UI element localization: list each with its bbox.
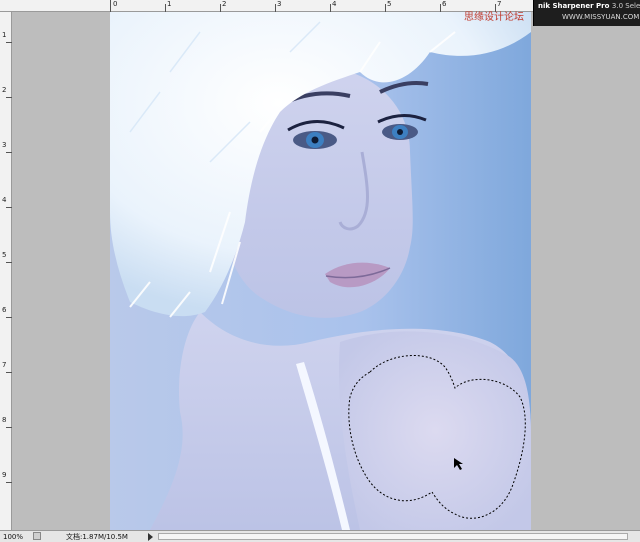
plugin-title: nik Sharpener Pro 3.0 Selective: [538, 2, 640, 10]
ruler-label: 7: [2, 361, 7, 369]
ruler-tick: [6, 372, 12, 373]
plugin-version: 3.0 Selective: [611, 2, 640, 10]
horizontal-scrollbar[interactable]: [158, 533, 628, 540]
document-info: 文档:1.87M/10.5M: [66, 533, 128, 541]
vertical-ruler[interactable]: 1 2 3 4 5 6 7 8 9: [0, 12, 12, 530]
ruler-tick: [220, 4, 221, 12]
ruler-label: 0: [113, 0, 118, 8]
watermark-url: WWW.MISSYUAN.COM: [562, 13, 640, 21]
ruler-label: 3: [277, 0, 282, 8]
ruler-label: 4: [2, 196, 7, 204]
ruler-label: 8: [2, 416, 7, 424]
ruler-label: 2: [222, 0, 227, 8]
ruler-tick: [165, 4, 166, 12]
portrait-image: [110, 12, 531, 530]
ruler-tick: [6, 427, 12, 428]
ruler-label: 9: [2, 471, 7, 479]
ruler-tick: [6, 482, 12, 483]
watermark-text: 思缘设计论坛: [464, 12, 524, 23]
ruler-label: 6: [2, 306, 7, 314]
ruler-tick: [6, 152, 12, 153]
zoom-level[interactable]: 100%: [3, 533, 23, 541]
status-bar: 100% 文档:1.87M/10.5M: [0, 530, 640, 542]
ruler-label: 5: [2, 251, 7, 259]
ruler-tick: [110, 0, 111, 12]
ruler-tick: [6, 262, 12, 263]
ruler-label: 4: [332, 0, 337, 8]
ruler-tick: [6, 317, 12, 318]
ruler-tick: [330, 4, 331, 12]
ruler-label: 5: [387, 0, 392, 8]
ruler-label: 6: [442, 0, 447, 8]
ruler-tick: [6, 42, 12, 43]
arrow-right-icon[interactable]: [148, 533, 153, 541]
zoom-menu-icon[interactable]: [33, 532, 41, 540]
plugin-panel[interactable]: nik Sharpener Pro 3.0 Selective WWW.MISS…: [533, 0, 640, 26]
ruler-label: 3: [2, 141, 7, 149]
ruler-tick: [385, 4, 386, 12]
ruler-tick: [6, 207, 12, 208]
ruler-label: 2: [2, 86, 7, 94]
ruler-label: 1: [167, 0, 172, 8]
ruler-tick: [275, 4, 276, 12]
ruler-tick: [6, 97, 12, 98]
ruler-label: 1: [2, 31, 7, 39]
ruler-tick: [440, 4, 441, 12]
ruler-label: 7: [497, 0, 502, 8]
document-photo[interactable]: [110, 12, 531, 530]
plugin-name: nik Sharpener Pro: [538, 2, 610, 10]
